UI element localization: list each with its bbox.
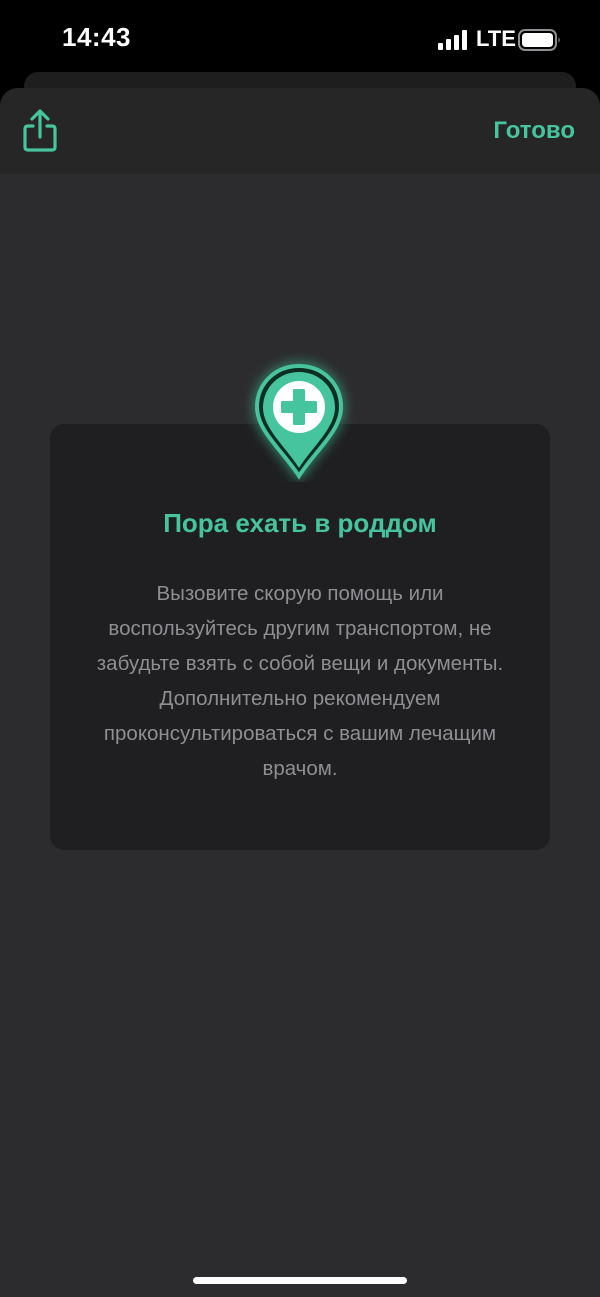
battery-icon — [518, 29, 560, 51]
status-time: 14:43 — [62, 22, 131, 52]
signal-bars-icon — [438, 30, 467, 50]
modal-sheet: Готово Пора ехать в роддом Вызовите скор… — [0, 88, 600, 1297]
share-button[interactable] — [20, 106, 60, 154]
screen: 14:43 LTE Готово Пора ехать в роддом Выз… — [0, 0, 600, 1297]
nav-bar: Готово — [0, 88, 600, 174]
card-title: Пора ехать в роддом — [163, 508, 437, 538]
done-button[interactable]: Готово — [493, 117, 575, 145]
share-icon — [23, 109, 57, 152]
medical-location-pin-icon — [236, 352, 362, 482]
info-card: Пора ехать в роддом Вызовите скорую помо… — [50, 424, 550, 850]
status-bar: 14:43 LTE — [0, 0, 600, 80]
network-label: LTE — [476, 26, 516, 51]
card-description: Вызовите скорую помощь или воспользуйтес… — [96, 582, 504, 780]
home-indicator[interactable] — [193, 1277, 407, 1284]
